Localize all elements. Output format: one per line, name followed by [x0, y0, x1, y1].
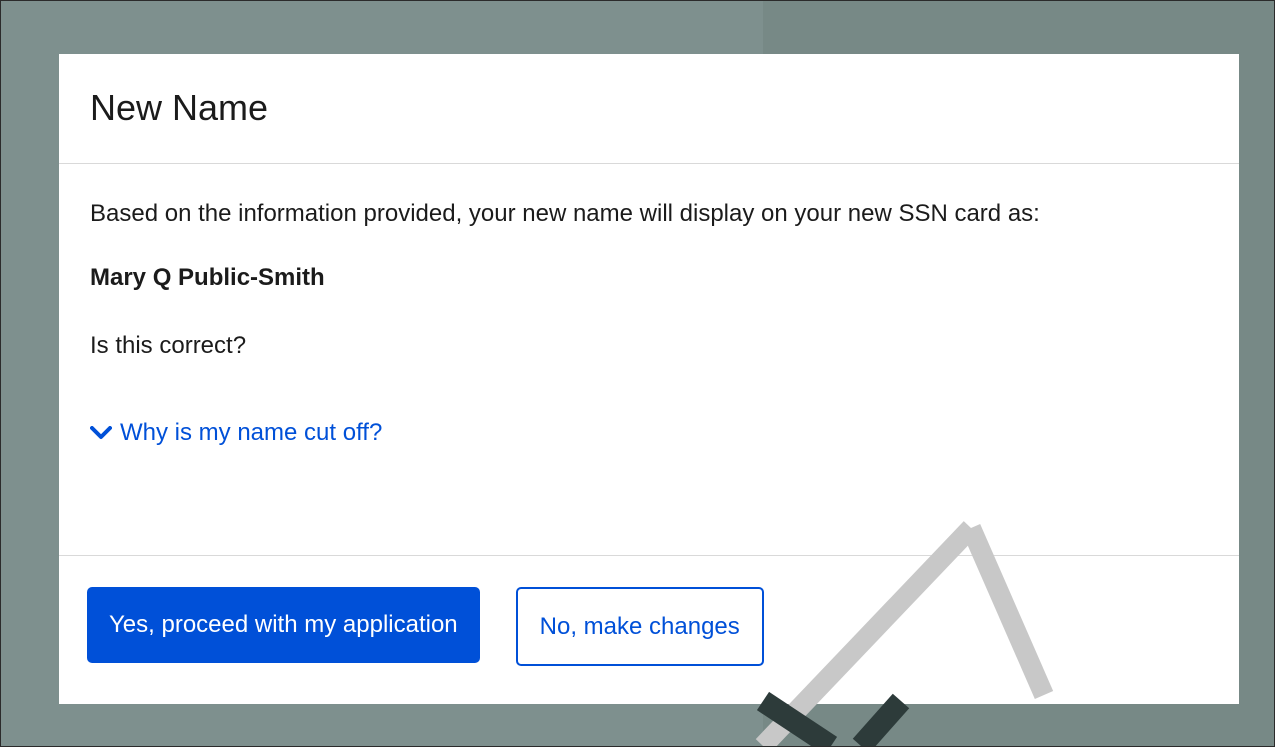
dialog-header: New Name [59, 54, 1239, 164]
make-changes-button[interactable]: No, make changes [515, 587, 764, 666]
proceed-button[interactable]: Yes, proceed with my application [87, 587, 480, 663]
dialog-body: Based on the information provided, your … [59, 164, 1239, 556]
dialog-footer: Yes, proceed with my application No, mak… [59, 556, 1239, 666]
screenshot-frame: New Name Based on the information provid… [0, 0, 1275, 747]
new-name-dialog: New Name Based on the information provid… [59, 54, 1239, 704]
confirm-question: Is this correct? [90, 332, 247, 359]
dialog-title: New Name [90, 87, 269, 128]
chevron-down-icon [90, 426, 112, 439]
intro-text: Based on the information provided, your … [90, 200, 1040, 227]
why-name-cut-off-link[interactable]: Why is my name cut off? [90, 419, 1208, 447]
why-link-label: Why is my name cut off? [120, 419, 383, 446]
new-name-value: Mary Q Public-Smith [90, 264, 325, 291]
